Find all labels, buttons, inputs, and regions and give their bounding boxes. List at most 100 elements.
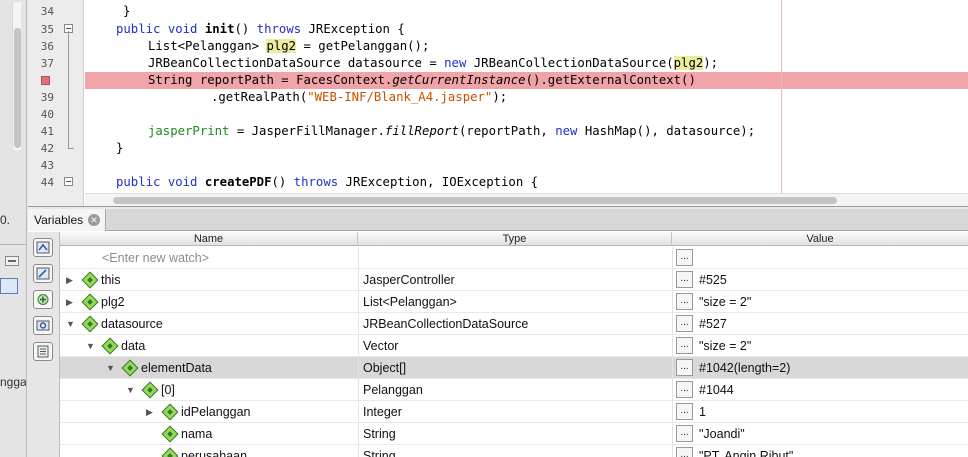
code-token: fillReport [384, 124, 459, 138]
value-editor-button[interactable]: ... [676, 315, 693, 332]
table-row[interactable]: ▶ this JasperController... #525 [60, 269, 968, 291]
table-row[interactable]: ▼ datasource JRBeanCollectionDataSource...… [60, 313, 968, 335]
name-cell[interactable]: ▼ elementData [60, 357, 358, 379]
field-icon [121, 359, 139, 377]
minimize-icon[interactable] [5, 256, 19, 266]
expand-icon[interactable]: ▶ [66, 275, 76, 285]
value-editor-button[interactable]: ... [676, 293, 693, 310]
line-number-gutter[interactable]: 34 35 36 37 39 40 41 42 43 44 [28, 0, 84, 206]
column-header-value[interactable]: Value [672, 232, 968, 246]
scrollbar-thumb[interactable] [113, 197, 837, 204]
right-margin-guide [781, 0, 782, 193]
type-cell: String [358, 445, 672, 457]
code-token: plg2 [673, 56, 704, 70]
tab-variables[interactable]: Variables ✕ [28, 209, 106, 231]
collapse-icon[interactable]: ▼ [106, 363, 116, 373]
column-header-type[interactable]: Type [358, 232, 672, 246]
scrollbar-thumb[interactable] [14, 28, 21, 148]
type-cell [358, 247, 672, 269]
value-editor-button[interactable]: ... [676, 359, 693, 376]
code-line: } [116, 141, 124, 155]
variable-name: elementData [141, 361, 212, 375]
code-token: getCurrentInstance [392, 73, 526, 87]
value-cell: ... [672, 247, 968, 269]
fold-toggle-icon[interactable] [64, 177, 73, 186]
value-editor-button[interactable]: ... [676, 381, 693, 398]
code-area[interactable]: } public void init() throws JRException … [85, 0, 968, 193]
watch-placeholder[interactable]: <Enter new watch> [102, 247, 209, 269]
name-cell[interactable]: perusahaan [60, 445, 358, 457]
table-row[interactable]: perusahaan String... "PT. Angin Ribut" [60, 445, 968, 457]
value-cell[interactable]: ... #527 [672, 313, 968, 335]
new-watch-row[interactable]: <Enter new watch> ... [60, 247, 968, 269]
collapse-icon[interactable]: ▼ [126, 385, 136, 395]
variable-value: #1042(length=2) [699, 361, 791, 375]
gutter-line: 39 [28, 89, 84, 106]
variable-value: "PT. Angin Ribut" [699, 449, 794, 457]
name-cell[interactable]: ▶ plg2 [60, 291, 358, 313]
horizontal-scrollbar[interactable] [85, 193, 968, 206]
variable-name: plg2 [101, 295, 125, 309]
value-cell[interactable]: ... #525 [672, 269, 968, 291]
variable-name: perusahaan [181, 449, 248, 457]
type-cell: Integer [358, 401, 672, 423]
value-editor-button[interactable]: ... [676, 447, 693, 457]
table-row[interactable]: ▼ data Vector... "size = 2" [60, 335, 968, 357]
type-cell: Object[] [358, 357, 672, 379]
table-row[interactable]: ▶ idPelanggan Integer... 1 [60, 401, 968, 423]
variables-table[interactable]: Name Type Value <Enter new watch> ... ▶ t… [60, 232, 968, 457]
variable-name: this [101, 273, 121, 287]
collapse-icon[interactable]: ▼ [66, 319, 76, 329]
close-icon[interactable]: ✕ [88, 214, 100, 226]
code-editor[interactable]: 34 35 36 37 39 40 41 42 43 44 } public v… [28, 0, 968, 207]
name-cell[interactable]: ▼ datasource [60, 313, 358, 335]
field-icon [141, 381, 159, 399]
column-header-name[interactable]: Name [60, 232, 358, 246]
expand-icon[interactable]: ▶ [146, 407, 156, 417]
table-row[interactable]: ▼ [0] Pelanggan... #1044 [60, 379, 968, 401]
line-number: 37 [40, 57, 54, 70]
collapse-icon[interactable]: ▼ [86, 341, 96, 351]
value-editor-button[interactable]: ... [676, 249, 693, 266]
table-row[interactable]: nama String... "Joandi" [60, 423, 968, 445]
value-editor-button[interactable]: ... [676, 337, 693, 354]
code-token: throws [256, 22, 302, 36]
name-cell[interactable]: ▼ data [60, 335, 358, 357]
name-cell[interactable]: ▶ this [60, 269, 358, 291]
value-cell[interactable]: ... "size = 2" [672, 335, 968, 357]
settings-icon[interactable] [33, 316, 53, 335]
value-cell[interactable]: ... "PT. Angin Ribut" [672, 445, 968, 457]
expand-icon[interactable]: ▶ [66, 297, 76, 307]
divider [0, 244, 26, 245]
name-cell[interactable]: nama [60, 423, 358, 445]
value-cell[interactable]: ... 1 [672, 401, 968, 423]
value-editor-button[interactable]: ... [676, 271, 693, 288]
name-cell[interactable]: <Enter new watch> [60, 247, 358, 269]
table-row[interactable]: ▼ elementData Object[]... #1042(length=2) [60, 357, 968, 379]
type-cell: List<Pelanggan> [358, 291, 672, 313]
line-number: 36 [40, 40, 54, 53]
value-editor-button[interactable]: ... [676, 425, 693, 442]
code-line: public void init() throws JRException { [116, 22, 405, 36]
value-cell[interactable]: ... #1042(length=2) [672, 357, 968, 379]
breakpoint-icon[interactable] [41, 76, 50, 85]
side-panel-scrollbar[interactable] [12, 2, 21, 150]
value-cell[interactable]: ... "Joandi" [672, 423, 968, 445]
watch-edit-icon[interactable] [33, 264, 53, 283]
panel-icon[interactable] [0, 278, 18, 294]
value-cell[interactable]: ... "size = 2" [672, 291, 968, 313]
field-icon [101, 337, 119, 355]
value-editor-button[interactable]: ... [676, 403, 693, 420]
line-number: 41 [40, 125, 54, 138]
table-row[interactable]: ▶ plg2 List<Pelanggan>... "size = 2" [60, 291, 968, 313]
variable-name: nama [181, 427, 213, 441]
name-cell[interactable]: ▶ idPelanggan [60, 401, 358, 423]
report-icon[interactable] [33, 342, 53, 361]
value-cell[interactable]: ... #1044 [672, 379, 968, 401]
line-number: 44 [40, 176, 54, 189]
variables-panel: Variables ✕ Name Type Value <Enter new w… [28, 209, 968, 457]
watch-icon[interactable] [33, 238, 53, 257]
name-cell[interactable]: ▼ [0] [60, 379, 358, 401]
new-watch-icon[interactable] [33, 290, 53, 309]
